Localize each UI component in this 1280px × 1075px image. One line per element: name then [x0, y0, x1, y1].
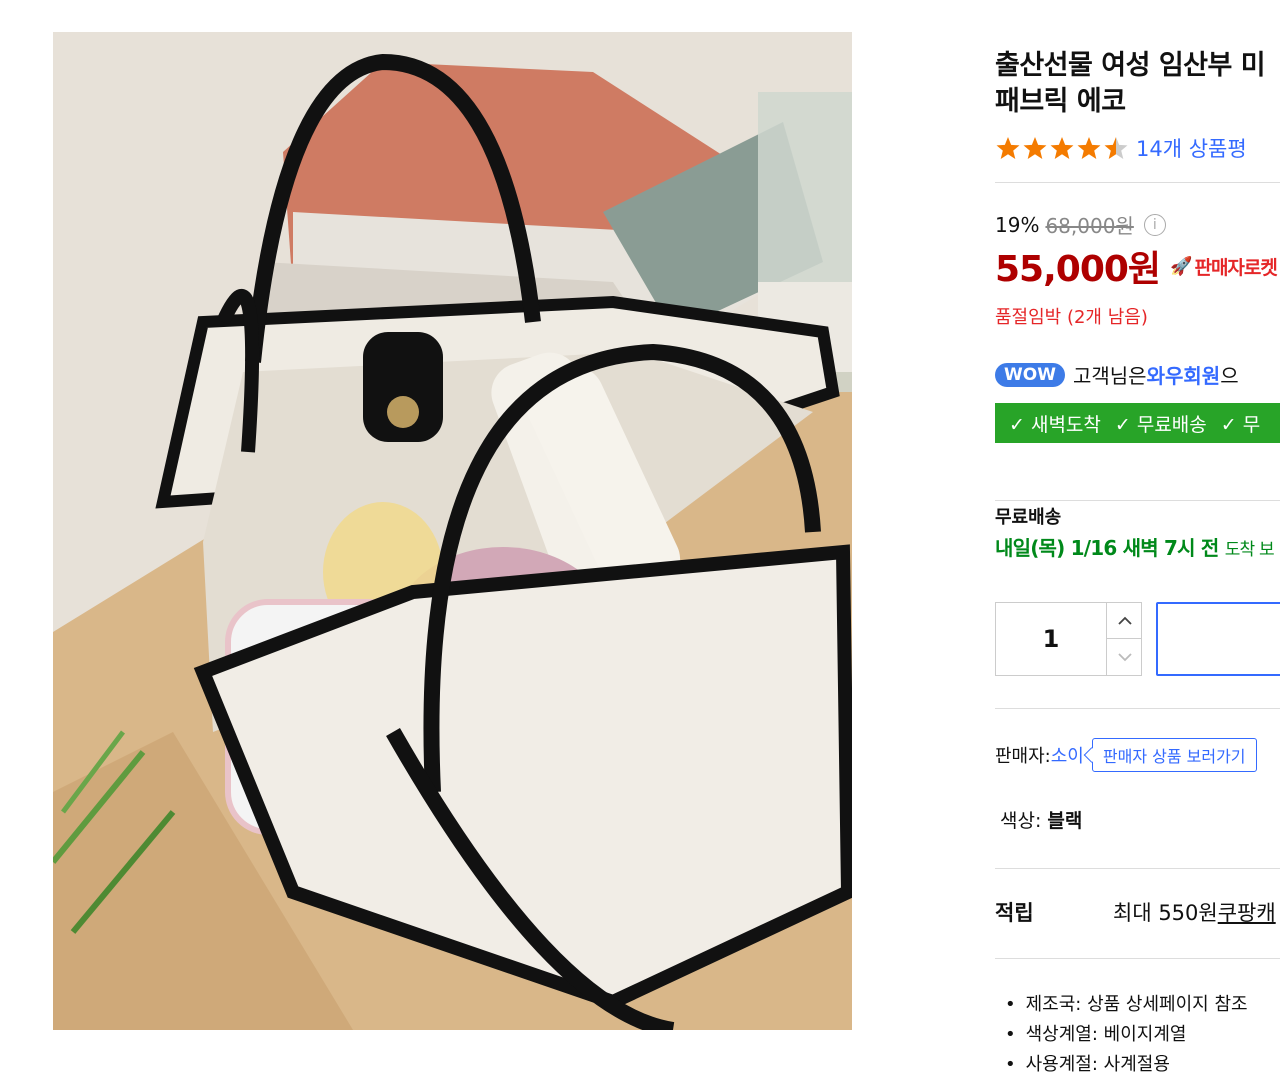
rocket-icon: 🚀 — [1170, 255, 1192, 277]
review-count-link[interactable]: 14개 상품평 — [1136, 133, 1247, 163]
wow-text-suffix: 으 — [1220, 364, 1239, 388]
product-title: 출산선물 여성 임산부 미 패브릭 에코 — [995, 48, 1266, 120]
rating-row[interactable]: 14개 상품평 — [995, 134, 1247, 162]
coupang-cash-link[interactable]: 쿠팡캐 — [1218, 897, 1276, 927]
spec-origin: 제조국: 상품 상세페이지 참조 — [1005, 990, 1248, 1020]
product-info-panel: 출산선물 여성 임산부 미 패브릭 에코 14개 상품평 19% 68,000원… — [995, 0, 1280, 1075]
add-to-cart-button[interactable] — [1156, 602, 1280, 676]
product-title-line-2: 패브릭 에코 — [995, 86, 1126, 117]
product-photo — [53, 32, 852, 1030]
divider — [995, 500, 1280, 501]
star-icon — [1077, 137, 1101, 159]
shipping-date-text: 내일(목) 1/16 새벽 7시 전 — [995, 536, 1219, 560]
quantity-down-button[interactable] — [1106, 639, 1142, 675]
seller-label: 판매자: — [995, 746, 1051, 767]
star-icon — [1104, 137, 1128, 159]
divider — [995, 958, 1280, 959]
reward-label: 적립 — [995, 901, 1034, 925]
color-value: 블랙 — [1047, 810, 1083, 832]
info-icon[interactable]: i — [1143, 213, 1166, 236]
rating-stars — [995, 136, 1130, 160]
reward-row: 적립 최대 550원 쿠팡캐 — [995, 897, 1276, 927]
benefit-dawn-delivery: ✓ 새벽도착 — [1009, 413, 1101, 436]
wow-text-prefix: 고객님은 — [1072, 364, 1147, 388]
benefit-free-shipping: ✓ 무료배송 — [1114, 413, 1207, 436]
divider — [995, 868, 1280, 869]
reward-text: 최대 550원 — [1113, 901, 1218, 925]
chevron-down-icon — [1117, 652, 1132, 661]
spec-list: 제조국: 상품 상세페이지 참조 색상계열: 베이지계열 사용계절: 사계절용 — [1005, 990, 1248, 1075]
star-icon — [1050, 137, 1074, 159]
shipping-date: 내일(목) 1/16 새벽 7시 전 도착 보 — [995, 532, 1275, 561]
divider — [995, 708, 1280, 709]
divider — [995, 182, 1280, 183]
quantity-input[interactable]: 1 — [996, 603, 1106, 675]
discount-row: 19% 68,000원 i — [995, 210, 1166, 239]
color-row: 색상: 블랙 — [1000, 806, 1082, 833]
seller-row: 판매자: 소이 판매자 상품 보러가기 — [995, 738, 1257, 772]
product-title-line-1: 출산선물 여성 임산부 미 — [995, 50, 1266, 81]
seller-rocket-badge: 🚀 판매자로켓 — [1170, 253, 1278, 280]
benefit-bar: ✓ 새벽도착 ✓ 무료배송 ✓ 무 — [995, 403, 1280, 443]
star-icon — [996, 137, 1020, 159]
spec-color-family: 색상계열: 베이지계열 — [1005, 1020, 1248, 1050]
product-image — [53, 32, 852, 1030]
wow-row: WOW 고객님은 와우회원 으 — [995, 360, 1239, 389]
color-label: 색상: — [1000, 810, 1048, 832]
seller-rocket-label: 판매자로켓 — [1194, 256, 1277, 279]
star-icon — [1023, 137, 1047, 159]
shipping-label: 무료배송 — [995, 507, 1062, 528]
sale-price: 55,000원 — [995, 249, 1161, 290]
original-price: 68,000원 — [1045, 214, 1134, 238]
shipping-date-suffix: 도착 보 — [1224, 540, 1275, 560]
stock-notice: 품절임박 (2개 남음) — [995, 307, 1148, 328]
seller-products-button[interactable]: 판매자 상품 보러가기 — [1091, 738, 1257, 772]
benefit-free-return: ✓ 무 — [1220, 413, 1261, 436]
quantity-up-button[interactable] — [1106, 603, 1142, 639]
sale-price-row: 55,000원 🚀 판매자로켓 — [995, 240, 1278, 292]
wow-badge: WOW — [995, 362, 1065, 387]
seller-name-link[interactable]: 소이 — [1051, 742, 1084, 768]
quantity-stepper[interactable]: 1 — [995, 602, 1142, 676]
discount-rate: 19% — [995, 212, 1040, 237]
wow-member-link[interactable]: 와우회원 — [1147, 360, 1221, 389]
spec-season: 사용계절: 사계절용 — [1005, 1050, 1248, 1075]
chevron-up-icon — [1117, 616, 1132, 625]
